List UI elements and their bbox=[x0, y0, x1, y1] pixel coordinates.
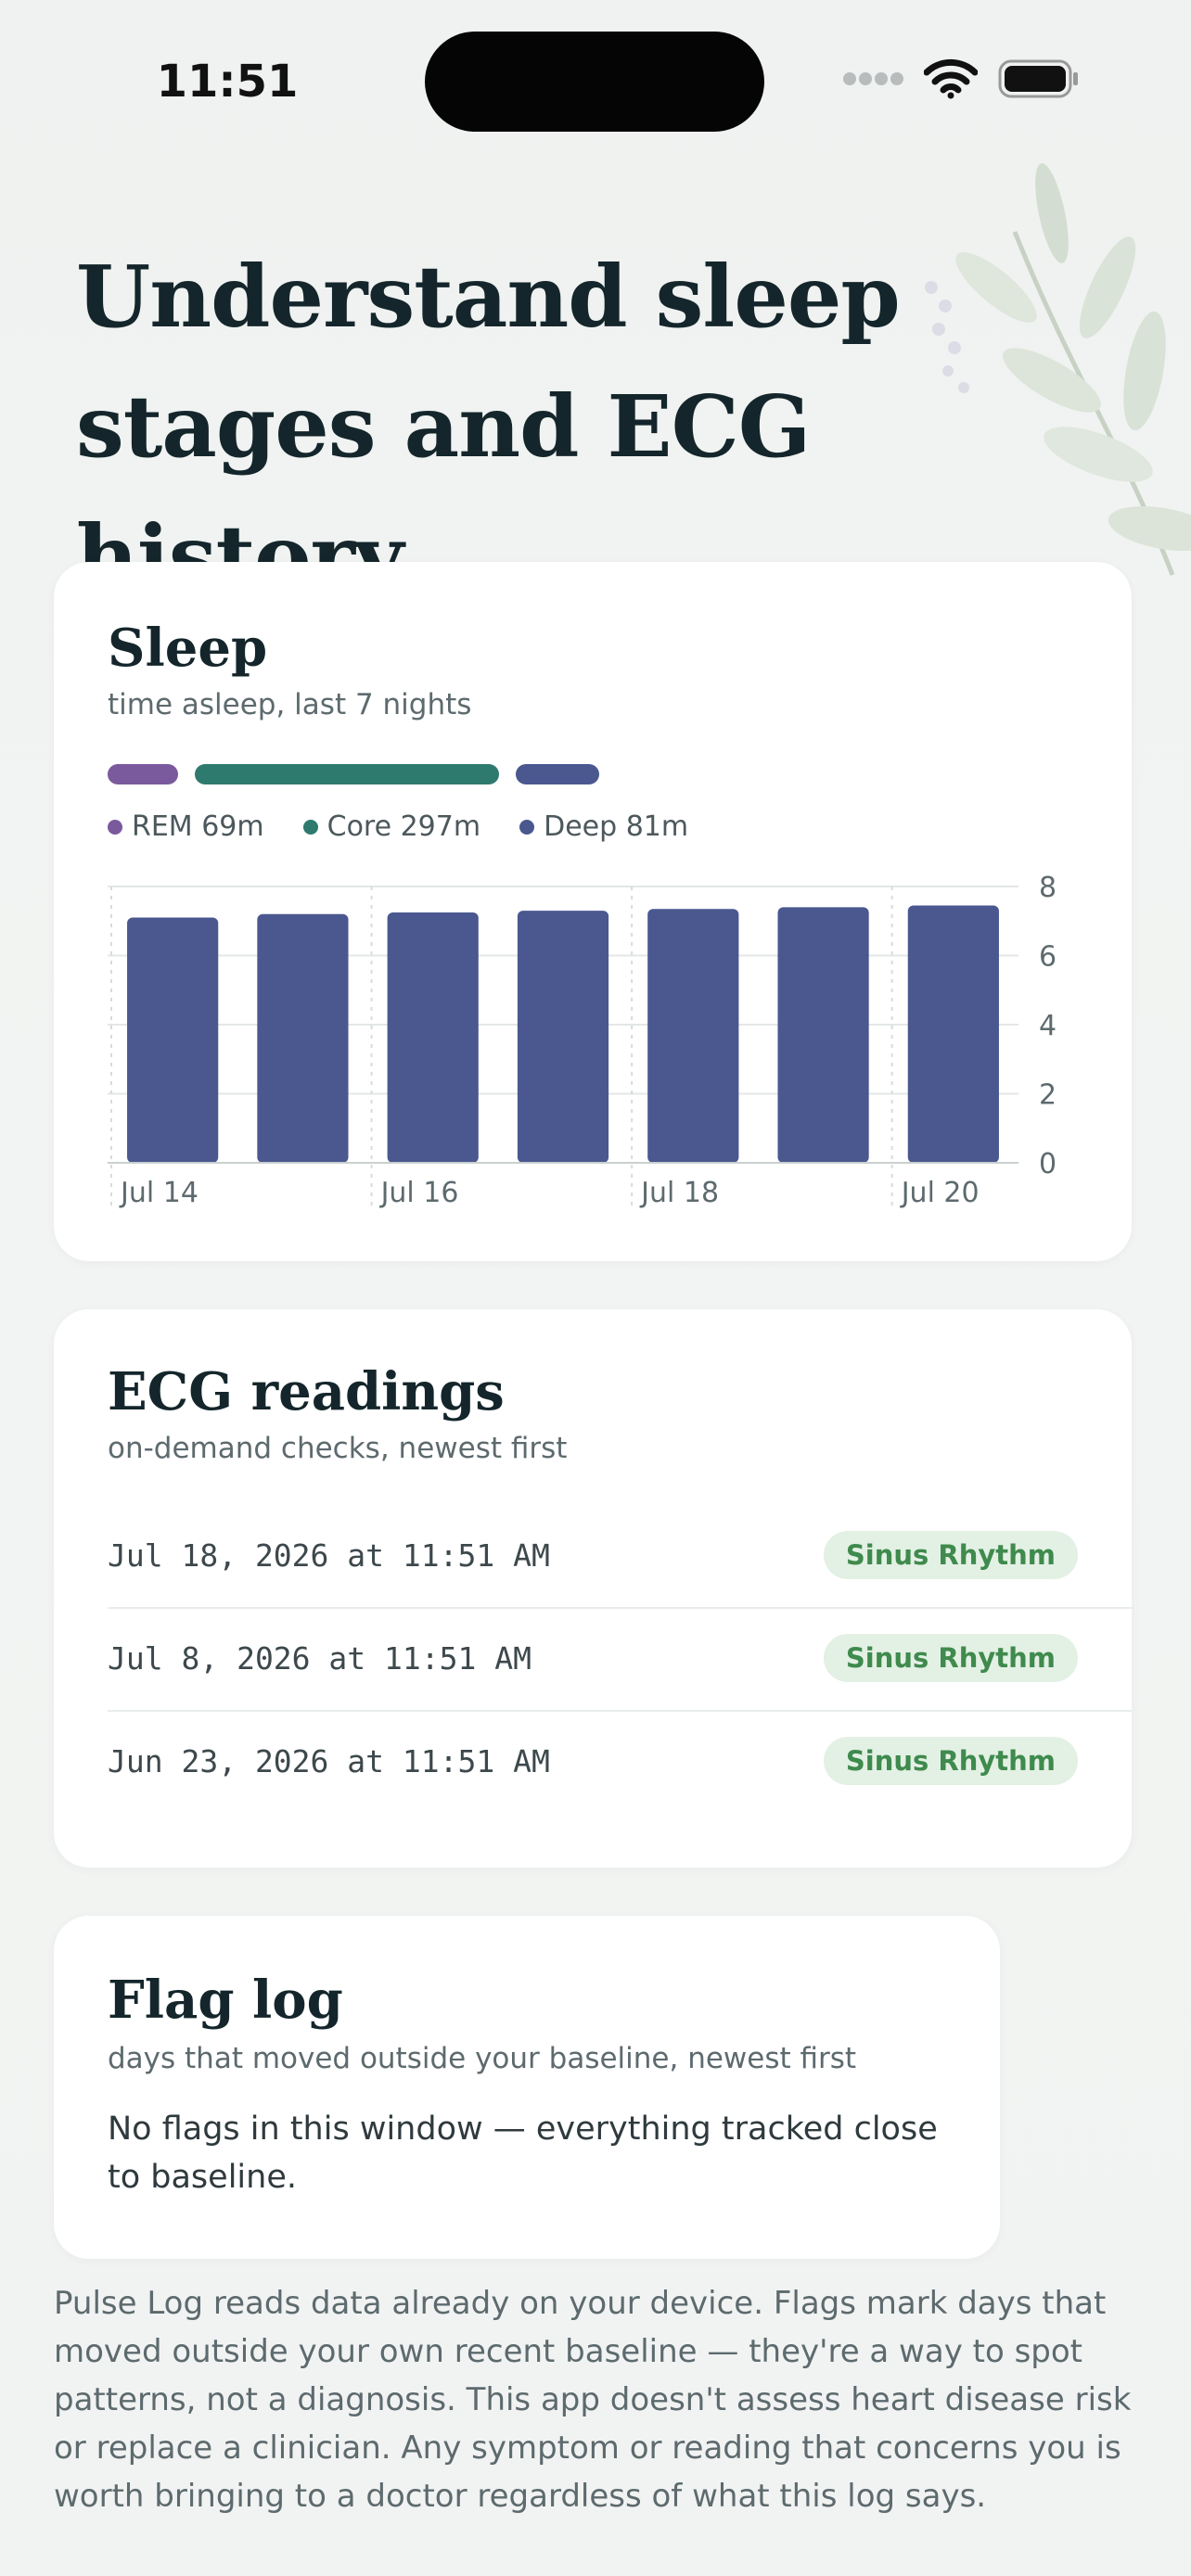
cellular-signal-icon bbox=[842, 71, 903, 90]
ecg-result-badge: Sinus Rhythm bbox=[823, 1737, 1078, 1785]
legend-item-core: Core 297m bbox=[302, 810, 481, 843]
ecg-subtitle: on-demand checks, newest first bbox=[108, 1432, 568, 1465]
ecg-reading-row[interactable]: Jun 23, 2026 at 11:51 AM Sinus Rhythm bbox=[108, 1710, 1078, 1812]
battery-icon bbox=[998, 59, 1080, 102]
flag-log-card: Flag log days that moved outside your ba… bbox=[54, 1916, 1000, 2259]
sleep-card[interactable]: Sleep time asleep, last 7 nights REM 69m… bbox=[54, 562, 1132, 1261]
legend-label-core: Core 297m bbox=[327, 810, 481, 843]
y-tick-label: 0 bbox=[1039, 1148, 1057, 1180]
ecg-result-badge: Sinus Rhythm bbox=[823, 1634, 1078, 1682]
status-icons bbox=[842, 57, 1080, 104]
flag-log-subtitle: days that moved outside your baseline, n… bbox=[108, 2042, 857, 2075]
sleep-bar-jul-14 bbox=[127, 917, 219, 1163]
sleep-subtitle: time asleep, last 7 nights bbox=[108, 688, 472, 721]
legend-dot-deep bbox=[519, 819, 535, 835]
legend-label-rem: REM 69m bbox=[132, 810, 264, 843]
dynamic-island bbox=[425, 32, 764, 132]
ecg-title: ECG readings bbox=[108, 1361, 505, 1422]
sleep-bar-jul-20 bbox=[907, 905, 999, 1163]
x-tick-label: Jul 14 bbox=[119, 1177, 198, 1209]
ecg-result-badge: Sinus Rhythm bbox=[823, 1531, 1078, 1579]
ecg-reading-row[interactable]: Jul 8, 2026 at 11:51 AM Sinus Rhythm bbox=[108, 1607, 1078, 1709]
sleep-bar-jul-18 bbox=[647, 909, 739, 1163]
sleep-bar-jul-19 bbox=[777, 907, 869, 1163]
y-tick-label: 6 bbox=[1039, 941, 1057, 974]
ecg-reading-date: Jul 18, 2026 at 11:51 AM bbox=[108, 1537, 550, 1574]
sleep-legend: REM 69m Core 297m Deep 81m bbox=[108, 810, 688, 843]
disclaimer-text: Pulse Log reads data already on your dev… bbox=[54, 2285, 1132, 2515]
ecg-reading-date: Jun 23, 2026 at 11:51 AM bbox=[108, 1742, 550, 1779]
y-tick-label: 4 bbox=[1039, 1010, 1057, 1042]
legend-dot-rem bbox=[108, 819, 122, 835]
legend-label-deep: Deep 81m bbox=[544, 810, 689, 843]
stage-bar-core bbox=[195, 764, 500, 784]
ecg-reading-date: Jul 8, 2026 at 11:51 AM bbox=[108, 1639, 531, 1677]
y-tick-label: 2 bbox=[1039, 1079, 1057, 1112]
sleep-bar-jul-16 bbox=[387, 912, 479, 1163]
legend-item-deep: Deep 81m bbox=[519, 810, 688, 843]
stage-bar-rem bbox=[108, 764, 179, 784]
sleep-title: Sleep bbox=[108, 618, 268, 679]
legend-item-rem: REM 69m bbox=[108, 810, 264, 843]
status-bar: 11:51 bbox=[0, 0, 1191, 158]
x-tick-label: Jul 18 bbox=[639, 1177, 719, 1209]
legend-dot-core bbox=[302, 819, 318, 835]
flag-log-empty-message: No flags in this window — everything tra… bbox=[108, 2111, 938, 2196]
x-tick-label: Jul 16 bbox=[379, 1177, 459, 1209]
sleep-bar-jul-15 bbox=[257, 913, 349, 1163]
status-time: 11:51 bbox=[156, 56, 299, 108]
wifi-icon bbox=[923, 58, 979, 103]
flag-log-title: Flag log bbox=[108, 1970, 343, 2031]
ecg-card: ECG readings on-demand checks, newest fi… bbox=[54, 1309, 1132, 1868]
stage-bar-deep bbox=[516, 764, 599, 784]
sleep-bar-chart[interactable]: 0 2 4 6 8 Jul 14 Jul 16 Jul 18 Jul 20 bbox=[54, 868, 1132, 1220]
x-tick-label: Jul 20 bbox=[900, 1177, 980, 1209]
sleep-bar-jul-17 bbox=[517, 911, 609, 1163]
ecg-reading-row[interactable]: Jul 18, 2026 at 11:51 AM Sinus Rhythm bbox=[108, 1504, 1078, 1606]
y-tick-label: 8 bbox=[1039, 872, 1057, 904]
